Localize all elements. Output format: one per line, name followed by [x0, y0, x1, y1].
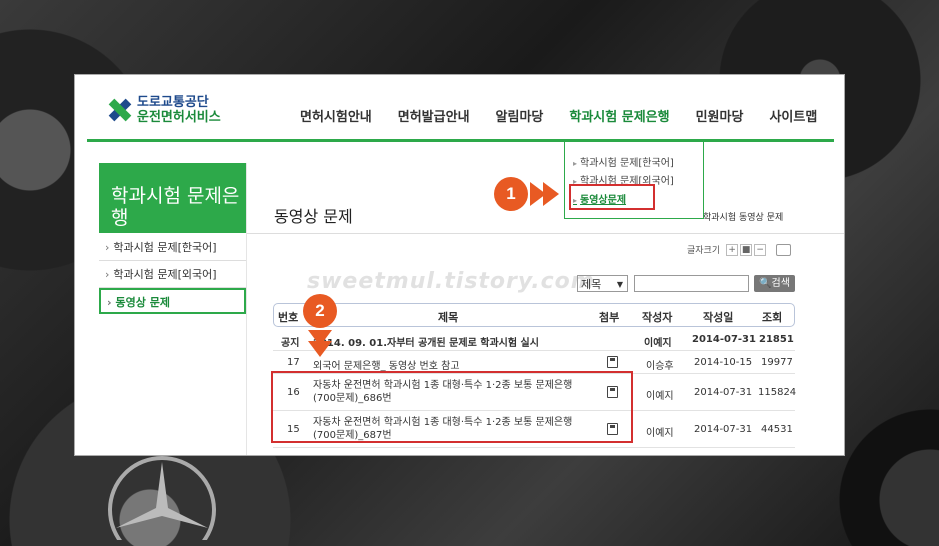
table-header: 번호 제목 첨부 작성자 작성일 조회	[273, 303, 795, 327]
breadcrumb: 학과시험 동영상 문제	[703, 213, 784, 223]
bullet-icon: ▸	[573, 159, 578, 168]
attachment-icon[interactable]	[607, 356, 618, 368]
divider	[246, 163, 247, 455]
row-date: 2014-07-31	[692, 334, 756, 345]
sidebar-title: 학과시험 문제은행	[99, 163, 246, 233]
chevron-right-icon: ›	[105, 241, 110, 254]
search-icon: 🔍	[759, 278, 772, 289]
font-size-controls: 글자크기 + ■ −	[687, 243, 792, 256]
chevron-right-icon: ›	[107, 296, 112, 309]
watermark: sweetmul.tistory.com	[307, 269, 595, 294]
website-window: 도로교통공단 운전면허서비스 면허시험안내 면허발급안내 알림마당 학과시험 문…	[74, 74, 845, 456]
search-select-value: 제목	[581, 278, 602, 291]
brand-name-line2: 운전면허서비스	[137, 110, 221, 125]
print-icon[interactable]	[776, 243, 792, 256]
font-size-label: 글자크기	[687, 246, 721, 256]
row-views: 115824	[758, 387, 797, 398]
dropdown-item-korean[interactable]: ▸ 학과시험 문제[한국어]	[573, 154, 674, 169]
col-header-number: 번호	[278, 311, 299, 324]
row-title[interactable]: 2014. 09. 01.자부터 공개된 문제로 학과시험 실시	[313, 334, 539, 349]
main-nav: 면허시험안내 면허발급안내 알림마당 학과시험 문제은행 민원마당 사이트맵	[300, 106, 843, 125]
nav-item-question-bank[interactable]: 학과시험 문제은행	[569, 106, 669, 125]
row-number: 공지	[281, 338, 300, 349]
row-title[interactable]: 외국어 문제은행_ 동영상 번호 참고	[313, 357, 460, 372]
search-button-label: 검색	[771, 278, 790, 289]
font-reset-button[interactable]: ■	[740, 243, 753, 256]
search-input[interactable]	[634, 275, 749, 292]
step-2-badge: 2	[303, 294, 337, 328]
dropdown-arrow-icon: ▼	[616, 280, 623, 289]
col-header-attach: 첨부	[599, 311, 620, 324]
arrow-right-icon	[543, 182, 559, 206]
sidebar-item-label: 학과시험 문제[외국어]	[113, 268, 217, 281]
search-field-select[interactable]: 제목 ▼	[577, 275, 628, 292]
row-date: 2014-07-31	[694, 424, 753, 435]
car-emblem	[108, 456, 216, 540]
chevron-right-icon: ›	[105, 268, 110, 281]
dropdown-item-label: 학과시험 문제[한국어]	[580, 158, 674, 169]
nav-item-civil[interactable]: 민원마당	[696, 106, 744, 125]
highlight-box-rows	[271, 371, 633, 443]
row-author: 이승후	[646, 361, 674, 372]
font-minus-button[interactable]: −	[754, 243, 767, 256]
nav-item-license-exam[interactable]: 면허시험안내	[300, 106, 372, 125]
table-row[interactable]: 공지 2014. 09. 01.자부터 공개된 문제로 학과시험 실시 이예지 …	[273, 328, 795, 351]
brand-icon	[108, 98, 132, 122]
col-header-author: 작성자	[642, 311, 673, 324]
col-header-date: 작성일	[703, 311, 734, 324]
font-plus-button[interactable]: +	[726, 243, 739, 256]
page-title: 동영상 문제	[274, 207, 353, 226]
sidebar-item-label: 학과시험 문제[한국어]	[113, 241, 217, 254]
row-date: 2014-10-15	[694, 357, 753, 368]
nav-underline	[87, 139, 834, 142]
sidebar-item-foreign[interactable]: › 학과시험 문제[외국어]	[99, 262, 246, 288]
search-button[interactable]: 🔍검색	[754, 275, 795, 292]
arrow-down-icon	[308, 341, 332, 357]
row-views: 21851	[759, 334, 794, 345]
row-author: 이예지	[644, 338, 672, 349]
row-number: 17	[287, 357, 300, 368]
sidebar-item-label: 동영상 문제	[115, 296, 170, 309]
nav-item-notice[interactable]: 알림마당	[496, 106, 544, 125]
highlight-box-dropdown	[569, 184, 655, 210]
divider	[247, 233, 844, 234]
step-1-badge: 1	[494, 177, 528, 211]
nav-item-sitemap[interactable]: 사이트맵	[769, 106, 817, 125]
brand-name-line1: 도로교통공단	[137, 95, 209, 110]
sidebar-item-korean[interactable]: › 학과시험 문제[한국어]	[99, 235, 246, 261]
row-date: 2014-07-31	[694, 387, 753, 398]
row-views: 19977	[761, 357, 793, 368]
col-header-title: 제목	[438, 311, 459, 324]
nav-item-license-issue[interactable]: 면허발급안내	[398, 106, 470, 125]
brand-logo[interactable]: 도로교통공단 운전면허서비스	[107, 95, 221, 125]
row-author: 이예지	[646, 428, 674, 439]
col-header-views: 조회	[762, 311, 783, 324]
row-views: 44531	[761, 424, 793, 435]
sidebar-item-video[interactable]: › 동영상 문제	[99, 288, 246, 314]
row-author: 이예지	[646, 391, 674, 402]
